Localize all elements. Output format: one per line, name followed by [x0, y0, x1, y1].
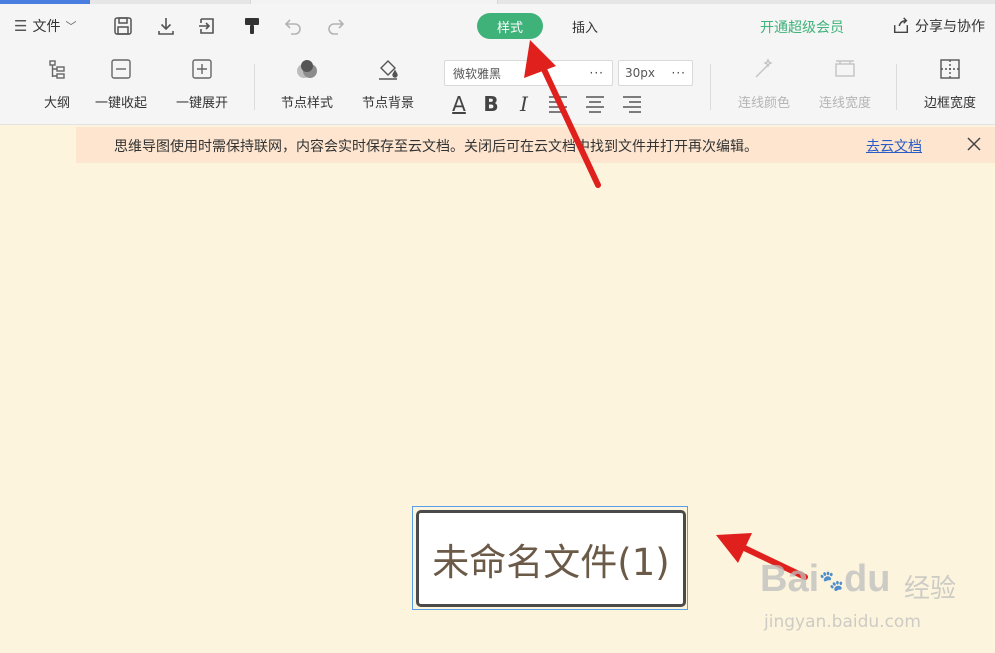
share-label: 分享与协作 — [915, 19, 985, 35]
redo-icon[interactable] — [325, 15, 347, 37]
export-icon[interactable] — [196, 15, 218, 37]
node-style-icon — [296, 58, 318, 80]
node-style-label: 节点样式 — [281, 96, 334, 111]
font-color-button[interactable]: A — [447, 92, 471, 116]
collapse-icon — [110, 58, 132, 80]
vip-upgrade-link[interactable]: 开通超级会员 — [760, 17, 844, 37]
watermark-brand: Bai🐾du — [760, 558, 891, 600]
share-collaborate-button[interactable]: 分享与协作 — [892, 16, 985, 36]
share-icon — [893, 17, 909, 34]
chevron-down-icon: ﹀ — [65, 20, 77, 33]
line-color-button[interactable]: 连线颜色 — [738, 58, 790, 111]
save-icon[interactable] — [112, 15, 134, 37]
border-width-button[interactable]: 边框宽度 — [924, 58, 976, 111]
align-right-button[interactable] — [620, 92, 644, 116]
format-painter-icon[interactable] — [241, 15, 263, 37]
paw-icon: 🐾 — [819, 570, 845, 593]
menu-icon: ☰ — [14, 17, 28, 35]
line-color-label: 连线颜色 — [738, 96, 791, 111]
tab-style[interactable]: 样式 — [477, 13, 543, 39]
font-family-value: 微软雅黑 — [453, 66, 502, 81]
watermark-product: 经验 — [904, 574, 957, 604]
more-icon: ··· — [589, 66, 604, 80]
divider — [710, 64, 711, 110]
more-icon: ··· — [671, 66, 686, 80]
node-background-button[interactable]: 节点背景 — [362, 58, 414, 111]
align-left-button[interactable] — [546, 92, 570, 116]
magic-wand-icon — [753, 58, 775, 80]
toolbar-top-row: ☰ 文件 ﹀ 样式 插入 开通超级会员 分享与协作 — [0, 4, 995, 48]
file-menu-button[interactable]: ☰ 文件 ﹀ — [14, 16, 76, 36]
notice-message: 思维导图使用时需保持联网，内容会实时保存至云文档。关闭后可在云文档中找到文件并打… — [114, 139, 758, 155]
collapse-all-label: 一键收起 — [95, 96, 148, 111]
outline-button[interactable]: 大纲 — [44, 58, 70, 111]
font-size-value: 30px — [625, 66, 655, 80]
font-size-select[interactable]: 30px ··· — [618, 60, 693, 86]
expand-all-button[interactable]: 一键展开 — [176, 58, 228, 111]
node-style-button[interactable]: 节点样式 — [281, 58, 333, 111]
bold-button[interactable]: B — [479, 92, 503, 116]
undo-icon[interactable] — [282, 15, 304, 37]
baidu-watermark: Bai🐾du 经验 jingyan.baidu.com — [760, 540, 990, 640]
line-width-label: 连线宽度 — [819, 96, 872, 111]
divider — [896, 64, 897, 110]
file-menu-label: 文件 — [32, 19, 61, 35]
divider — [254, 64, 255, 110]
close-icon[interactable] — [964, 134, 984, 154]
collapse-all-button[interactable]: 一键收起 — [95, 58, 147, 111]
outline-icon — [46, 58, 68, 80]
paint-bucket-icon — [377, 58, 399, 80]
watermark-url: jingyan.baidu.com — [764, 612, 921, 632]
download-icon[interactable] — [155, 15, 177, 37]
root-topic-node[interactable]: 未命名文件(1) — [416, 510, 686, 607]
align-center-button[interactable] — [583, 92, 607, 116]
tab-insert[interactable]: 插入 — [572, 17, 598, 36]
go-cloud-docs-link[interactable]: 去云文档 — [866, 136, 922, 156]
font-family-select[interactable]: 微软雅黑 ··· — [444, 60, 613, 86]
border-icon — [939, 58, 961, 80]
expand-all-label: 一键展开 — [176, 96, 229, 111]
outline-label: 大纲 — [44, 96, 71, 111]
line-width-button[interactable]: 连线宽度 — [819, 58, 871, 111]
line-width-icon — [834, 58, 856, 80]
expand-icon — [191, 58, 213, 80]
node-background-label: 节点背景 — [362, 96, 415, 111]
toolbar: ☰ 文件 ﹀ 样式 插入 开通超级会员 分享与协作 大纲 一键收起 一键展开 节… — [0, 4, 995, 125]
italic-button[interactable]: I — [512, 92, 536, 116]
border-width-label: 边框宽度 — [924, 96, 977, 111]
notice-bar: 思维导图使用时需保持联网，内容会实时保存至云文档。关闭后可在云文档中找到文件并打… — [76, 127, 995, 163]
